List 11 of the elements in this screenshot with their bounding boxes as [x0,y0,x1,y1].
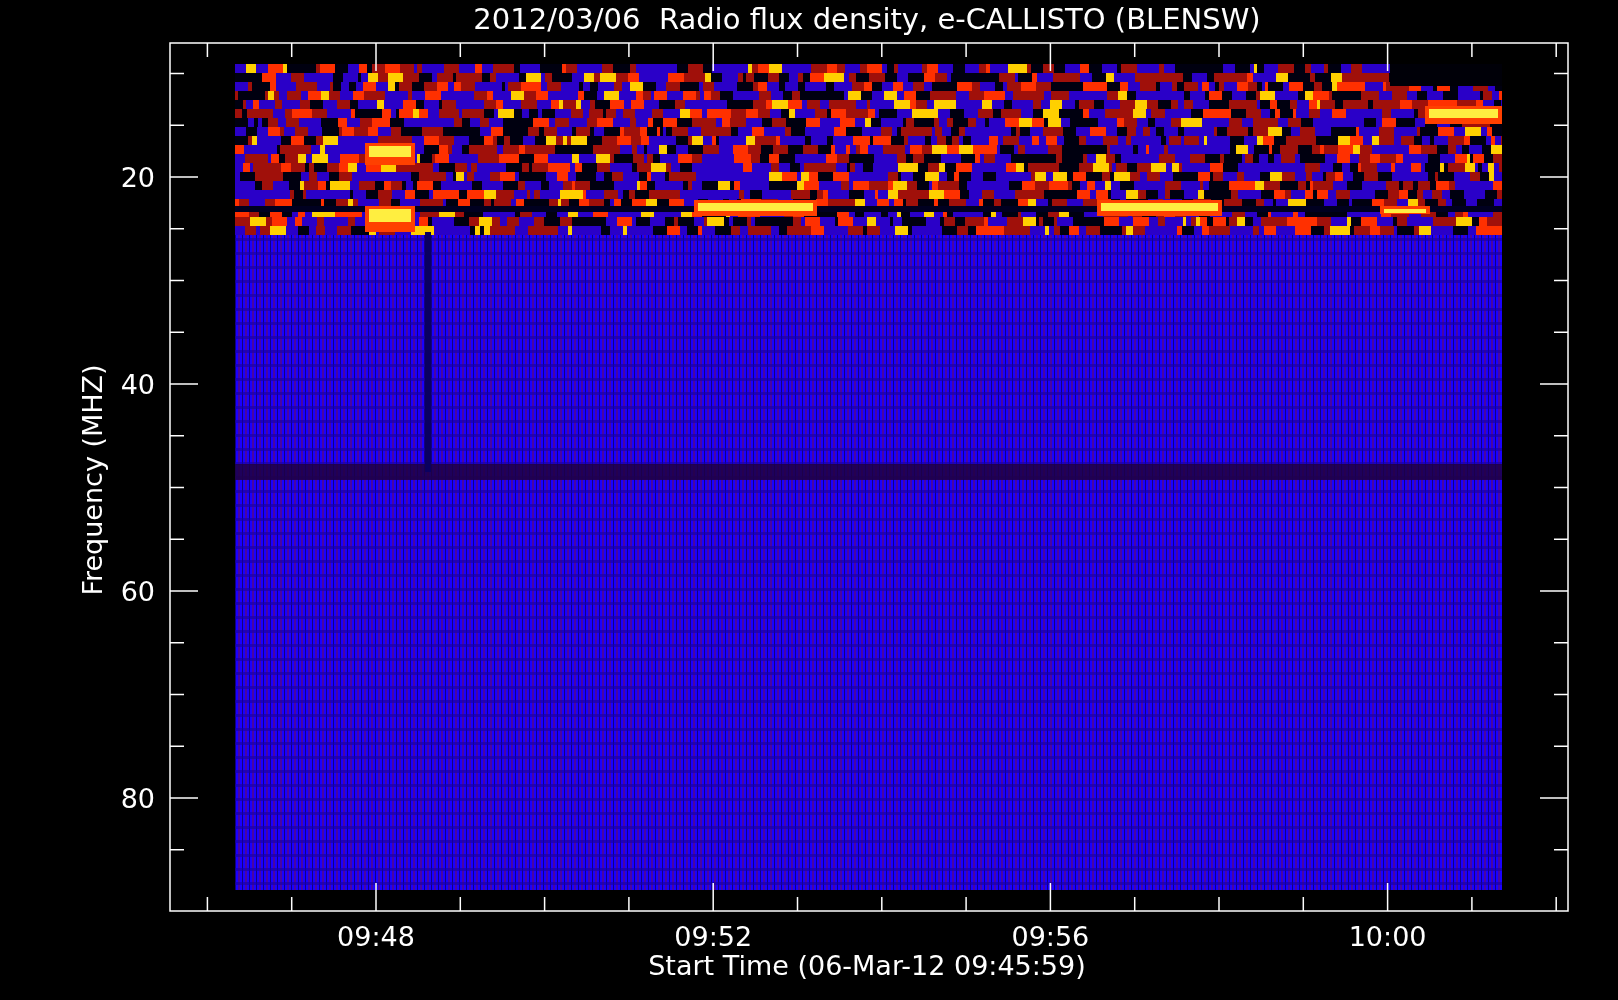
y-tick-label: 40 [120,369,155,400]
y-tick-label: 60 [120,576,155,607]
y-tick-label: 80 [120,783,155,814]
y-tick-label: 20 [120,162,155,193]
y-axis-label: Frequency (MHZ) [77,364,108,596]
chart-title: 2012/03/06 Radio flux density, e-CALLISTO (BLENSW) [473,2,1261,36]
x-tick-label: 10:00 [1348,921,1427,952]
x-tick-label: 09:56 [1011,921,1090,952]
x-axis-label: Start Time (06-Mar-12 09:45:59) [648,950,1086,981]
x-tick-label: 09:52 [674,921,753,952]
x-tick-label: 09:48 [337,921,415,952]
